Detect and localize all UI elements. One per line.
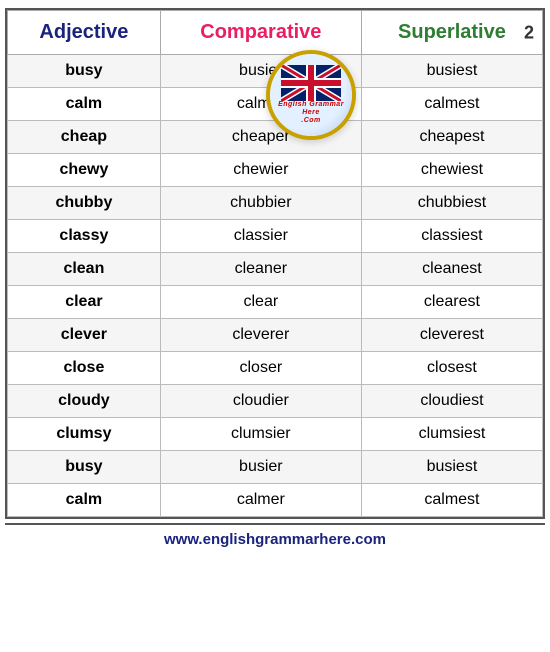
table-header-row: Adjective Comparative Superlative 2: [8, 11, 543, 55]
header-comparative: Comparative: [160, 11, 361, 55]
table-row: cloudycloudiercloudiest: [8, 385, 543, 418]
footer-url: www.englishgrammarhere.com: [5, 523, 545, 552]
cell-comparative: calmer: [160, 484, 361, 517]
cell-superlative: calmest: [361, 88, 542, 121]
cell-adjective: calm: [8, 88, 161, 121]
cell-adjective: clear: [8, 286, 161, 319]
table-row: calmcalmercalmest: [8, 484, 543, 517]
cell-comparative: chewier: [160, 154, 361, 187]
table-row: busybusierbusiest: [8, 451, 543, 484]
cell-adjective: clever: [8, 319, 161, 352]
table-row: closecloserclosest: [8, 352, 543, 385]
table-row: cleancleanercleanest: [8, 253, 543, 286]
cell-superlative: busiest: [361, 451, 542, 484]
cell-adjective: calm: [8, 484, 161, 517]
main-table-wrapper: English Grammar Here.Com Adjective Compa…: [5, 8, 545, 519]
table-row: clumsyclumsierclumsiest: [8, 418, 543, 451]
table-row: cheapcheapercheapest: [8, 121, 543, 154]
cell-comparative: cleaner: [160, 253, 361, 286]
cell-comparative: clumsier: [160, 418, 361, 451]
cell-adjective: busy: [8, 451, 161, 484]
cell-adjective: close: [8, 352, 161, 385]
cell-superlative: cleanest: [361, 253, 542, 286]
badge-label: English Grammar Here.Com: [270, 101, 352, 124]
table-row: clevercleverercleverest: [8, 319, 543, 352]
cell-superlative: cleverest: [361, 319, 542, 352]
cell-superlative: clumsiest: [361, 418, 542, 451]
cell-adjective: chubby: [8, 187, 161, 220]
cell-superlative: chubbiest: [361, 187, 542, 220]
table-row: chewychewierchewiest: [8, 154, 543, 187]
header-superlative: Superlative 2: [361, 11, 542, 55]
cell-superlative: clearest: [361, 286, 542, 319]
cell-comparative: cleverer: [160, 319, 361, 352]
cell-superlative: closest: [361, 352, 542, 385]
cell-comparative: busier: [160, 451, 361, 484]
cell-comparative: clear: [160, 286, 361, 319]
cell-adjective: clumsy: [8, 418, 161, 451]
cell-comparative: closer: [160, 352, 361, 385]
cell-comparative: classier: [160, 220, 361, 253]
cell-superlative: chewiest: [361, 154, 542, 187]
page-number: 2: [524, 22, 534, 43]
table-row: chubbychubbierchubbiest: [8, 187, 543, 220]
cell-superlative: cloudiest: [361, 385, 542, 418]
cell-adjective: classy: [8, 220, 161, 253]
cell-adjective: busy: [8, 55, 161, 88]
cell-superlative: calmest: [361, 484, 542, 517]
cell-superlative: classiest: [361, 220, 542, 253]
cell-superlative: busiest: [361, 55, 542, 88]
cell-adjective: clean: [8, 253, 161, 286]
cell-comparative: cloudier: [160, 385, 361, 418]
table-row: classyclassierclassiest: [8, 220, 543, 253]
header-adjective: Adjective: [8, 11, 161, 55]
table-row: clearclearclearest: [8, 286, 543, 319]
cell-adjective: cheap: [8, 121, 161, 154]
cell-adjective: chewy: [8, 154, 161, 187]
cell-adjective: cloudy: [8, 385, 161, 418]
cell-comparative: chubbier: [160, 187, 361, 220]
logo-badge: English Grammar Here.Com: [266, 50, 356, 140]
cell-superlative: cheapest: [361, 121, 542, 154]
